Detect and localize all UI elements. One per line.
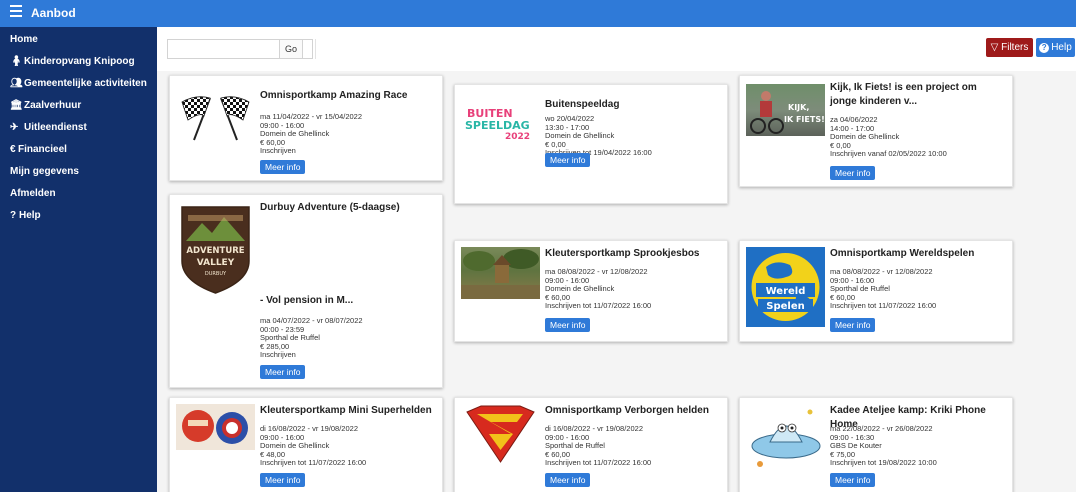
card-title[interactable]: Durbuy Adventure (5-daagse) — [260, 201, 436, 215]
sidebar-item-financieel[interactable]: € Financieel — [0, 139, 157, 161]
top-bar: Aanbod — [0, 0, 1076, 27]
sidebar-item-label: Help — [19, 210, 41, 221]
person-icon: 🧍︎ — [10, 56, 23, 67]
card-title[interactable]: Omnisportkamp Amazing Race — [260, 89, 436, 103]
sidebar-item-home[interactable]: Home — [0, 29, 157, 51]
meer-info-button[interactable]: Meer info — [260, 473, 306, 487]
hamburger-menu-icon[interactable] — [10, 5, 22, 19]
svg-text:ADVENTURE: ADVENTURE — [186, 246, 244, 256]
filters-button[interactable]: ▽ Filters — [986, 38, 1033, 57]
main-content: Go ▽ Filters ? Help Omnisportkamp Amazing… — [157, 27, 1076, 492]
meer-info-button[interactable]: Meer info — [830, 473, 876, 487]
svg-text:DURBUY: DURBUY — [205, 271, 227, 277]
users-icon: 👥︎ — [10, 78, 23, 89]
truck-icon: ✈︎ — [10, 122, 19, 133]
svg-text:Spelen: Spelen — [766, 301, 804, 312]
sidebar-item-label: Uitleendienst — [24, 122, 87, 133]
card-info: ma 08/08/2022 - vr 12/08/2022 09:00 - 16… — [545, 267, 652, 311]
activity-card-amazing-race: Omnisportkamp Amazing Race ma 11/04/2022… — [169, 75, 443, 181]
meer-info-button[interactable]: Meer info — [545, 473, 591, 487]
sidebar-item-uitleendienst[interactable]: ✈︎ Uitleendienst — [0, 117, 157, 139]
sidebar-item-zaalverhuur[interactable]: 🏛︎Zaalverhuur — [0, 95, 157, 117]
page-title: Aanbod — [31, 6, 76, 20]
card-info: ma 22/08/2022 - vr 26/08/2022 09:00 - 16… — [830, 424, 937, 468]
sidebar-item-label: Gemeentelijke activiteiten — [24, 78, 147, 89]
meer-info-button[interactable]: Meer info — [545, 153, 591, 167]
activity-card-kriki-phone-home: Kadee Ateljee kamp: Kriki Phone Home ma … — [739, 397, 1013, 492]
card-title[interactable]: Omnisportkamp Verborgen helden — [545, 404, 721, 418]
card-info: di 16/08/2022 - vr 19/08/2022 09:00 - 16… — [545, 424, 652, 468]
svg-text:KIJK,: KIJK, — [788, 103, 809, 112]
sidebar-item-gemeentelijke-activiteiten[interactable]: 👥︎Gemeentelijke activiteiten — [0, 73, 157, 95]
sprookjesbos-image — [461, 247, 540, 299]
card-title[interactable]: Kijk, Ik Fiets! is een project om jonge … — [830, 81, 1006, 109]
svg-text:VALLEY: VALLEY — [197, 258, 235, 268]
meer-info-button[interactable]: Meer info — [830, 318, 876, 332]
checkered-flags-image — [176, 90, 255, 142]
activity-card-sprookjesbos: Kleutersportkamp Sprookjesbos ma 08/08/2… — [454, 240, 728, 342]
card-info: wo 20/04/2022 13:30 - 17:00 Domein de Gh… — [545, 114, 652, 158]
sidebar: Home 🧍︎Kinderopvang Knipoog 👥︎Gemeenteli… — [0, 27, 157, 492]
meer-info-button[interactable]: Meer info — [830, 166, 876, 180]
svg-text:SPEELDAG: SPEELDAG — [465, 119, 530, 132]
meer-info-button[interactable]: Meer info — [260, 160, 306, 174]
filter-icon: ▽ — [990, 42, 999, 53]
card-title[interactable]: Kleutersportkamp Mini Superhelden — [260, 404, 436, 418]
card-info: di 16/08/2022 - vr 19/08/2022 09:00 - 16… — [260, 424, 367, 468]
buitenspeeldag-logo: BUITEN SPEELDAG 2022 — [461, 95, 540, 147]
kriki-alien-image — [746, 402, 825, 474]
activity-card-durbuy-adventure: ADVENTURE VALLEY DURBUY Durbuy Adventure… — [169, 194, 443, 388]
card-title[interactable]: Kleutersportkamp Sprookjesbos — [545, 247, 721, 261]
sidebar-item-help[interactable]: ? Help — [0, 205, 157, 227]
sidebar-item-label: Kinderopvang Knipoog — [24, 56, 135, 67]
toolbar: Go ▽ Filters ? Help — [157, 27, 1076, 71]
superman-logo — [461, 404, 540, 464]
sidebar-item-afmelden[interactable]: Afmelden — [0, 183, 157, 205]
card-title[interactable]: Omnisportkamp Wereldspelen — [830, 247, 1006, 261]
svg-text:Wereld: Wereld — [766, 286, 806, 297]
activity-card-buitenspeeldag: BUITEN SPEELDAG 2022 Buitenspeeldag wo 2… — [454, 84, 728, 204]
activity-card-wereldspelen: Wereld Spelen Omnisportkamp Wereldspelen… — [739, 240, 1013, 342]
question-circle-icon: ? — [1039, 43, 1050, 53]
superhelden-image — [176, 404, 255, 450]
building-icon: 🏛︎ — [10, 100, 23, 111]
sidebar-item-kinderopvang[interactable]: 🧍︎Kinderopvang Knipoog — [0, 51, 157, 73]
card-info: za 04/06/2022 14:00 - 17:00 Domein de Gh… — [830, 115, 947, 159]
card-info: ma 11/04/2022 - vr 15/04/2022 09:00 - 16… — [260, 112, 363, 156]
sidebar-item-label: Home — [10, 34, 38, 45]
sidebar-item-label: Financieel — [18, 144, 67, 155]
sidebar-item-label: Zaalverhuur — [24, 100, 82, 111]
euro-icon: € — [10, 144, 16, 155]
sidebar-item-label: Afmelden — [10, 188, 56, 199]
activity-card-verborgen-helden: Omnisportkamp Verborgen helden di 16/08/… — [454, 397, 728, 492]
kijk-ik-fiets-image: KIJK, IK FIETS! — [746, 84, 825, 136]
card-info: ma 04/07/2022 - vr 08/07/2022 00:00 - 23… — [260, 316, 363, 360]
adventure-valley-logo: ADVENTURE VALLEY DURBUY — [176, 201, 255, 295]
activity-card-mini-superhelden: Kleutersportkamp Mini Superhelden di 16/… — [169, 397, 443, 492]
sidebar-item-label: Mijn gegevens — [10, 166, 79, 177]
meer-info-button[interactable]: Meer info — [545, 318, 591, 332]
go-button[interactable]: Go — [279, 39, 303, 59]
meer-info-button[interactable]: Meer info — [260, 365, 306, 379]
card-title[interactable]: Buitenspeeldag — [545, 98, 721, 112]
help-button[interactable]: ? Help — [1036, 38, 1075, 57]
activity-card-kijk-ik-fiets: KIJK, IK FIETS! Kijk, Ik Fiets! is een p… — [739, 75, 1013, 187]
svg-text:2022: 2022 — [505, 132, 530, 142]
wereld-spelen-logo: Wereld Spelen — [746, 247, 825, 327]
question-icon: ? — [10, 210, 17, 221]
card-subtitle: - Vol pension in M... — [260, 295, 354, 306]
divider — [315, 39, 316, 59]
card-info: ma 08/08/2022 - vr 12/08/2022 09:00 - 16… — [830, 267, 937, 311]
svg-text:IK FIETS!: IK FIETS! — [784, 115, 825, 124]
sidebar-item-mijn-gegevens[interactable]: Mijn gegevens — [0, 161, 157, 183]
